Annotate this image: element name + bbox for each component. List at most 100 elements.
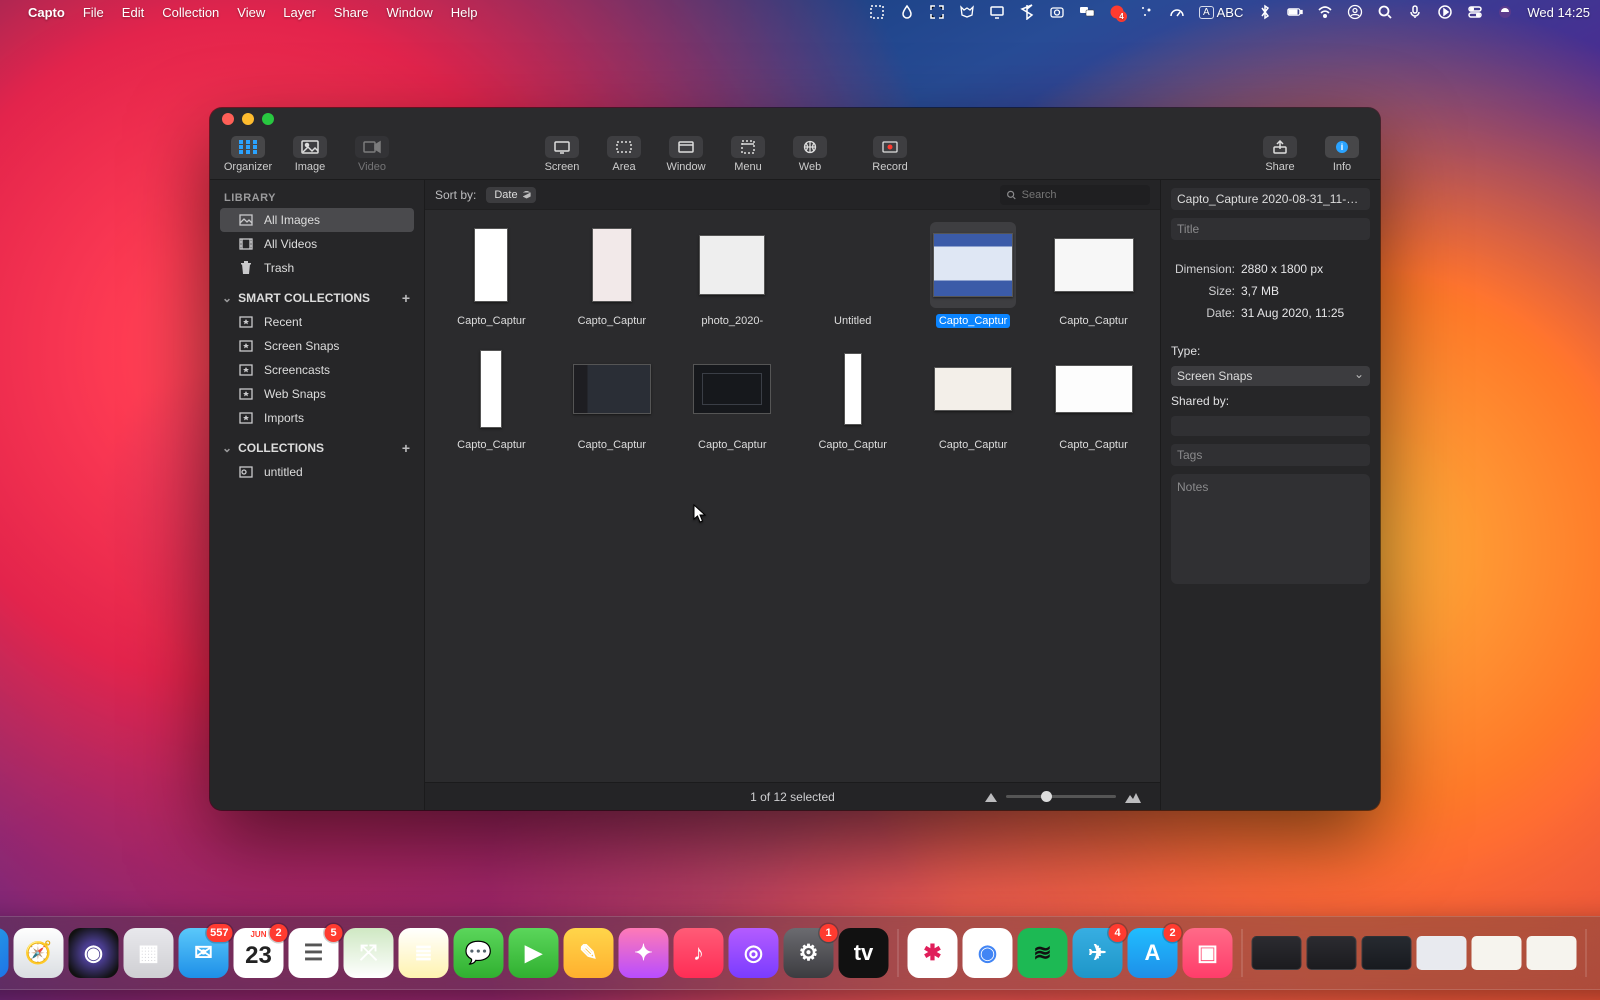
menu-collection[interactable]: Collection <box>162 5 219 20</box>
dock-app-safari[interactable]: 🧭 <box>14 928 64 978</box>
zoom-slider[interactable] <box>984 790 1142 804</box>
camera-icon[interactable] <box>1049 4 1065 20</box>
menu-edit[interactable]: Edit <box>122 5 144 20</box>
search-input[interactable] <box>1022 189 1144 201</box>
toolbar-organizer-button[interactable]: Organizer <box>218 132 278 178</box>
toolbar-record-button[interactable]: Record <box>860 132 920 178</box>
minimized-window[interactable] <box>1252 936 1302 970</box>
thumbnail-item[interactable]: Capto_Captur <box>805 346 901 452</box>
bluetooth-icon[interactable] <box>1019 4 1035 20</box>
window-maximize-button[interactable] <box>262 113 274 125</box>
thumbnail-item[interactable]: Capto_Captur <box>443 222 539 328</box>
inspector-tags-input[interactable]: Tags <box>1171 444 1370 466</box>
add-smart-collection-button[interactable]: + <box>402 290 410 306</box>
toolbar-window-button[interactable]: Window <box>656 132 716 178</box>
dock-app-siri[interactable]: ◉ <box>69 928 119 978</box>
gauge-icon[interactable] <box>1169 4 1185 20</box>
thumbnail-item[interactable]: Capto_Captur <box>1046 222 1142 328</box>
sidebar-item-imports[interactable]: Imports <box>210 406 424 430</box>
dock-app-calendar[interactable]: JUN232 <box>234 928 284 978</box>
dock-app-music[interactable]: ♪ <box>674 928 724 978</box>
minimized-window[interactable] <box>1527 936 1577 970</box>
sidebar-item-recent[interactable]: Recent <box>210 310 424 334</box>
drop-icon[interactable] <box>899 4 915 20</box>
mic-icon[interactable] <box>1407 4 1423 20</box>
dock-app-telegram[interactable]: ✈4 <box>1073 928 1123 978</box>
dock-app-maps[interactable]: ⤧ <box>344 928 394 978</box>
inspector-shared-input[interactable] <box>1171 416 1370 436</box>
dock-app-finder[interactable]: ☻ <box>0 928 9 978</box>
toolbar-info-button[interactable]: iInfo <box>1312 132 1372 178</box>
dock-app-slack[interactable]: ✱ <box>908 928 958 978</box>
menu-view[interactable]: View <box>237 5 265 20</box>
battery-icon[interactable] <box>1287 4 1303 20</box>
thumbnail-item[interactable]: Capto_Captur <box>564 222 660 328</box>
window-close-button[interactable] <box>222 113 234 125</box>
sidebar-item-untitled[interactable]: untitled <box>210 460 424 484</box>
play-icon[interactable] <box>1437 4 1453 20</box>
sidebar-item-all-images[interactable]: All Images <box>220 208 414 232</box>
dock-app-launchpad[interactable]: ▦ <box>124 928 174 978</box>
monitor-icon[interactable] <box>989 4 1005 20</box>
dock-app-stickies[interactable]: ✎ <box>564 928 614 978</box>
search-field[interactable] <box>1000 185 1150 205</box>
dock-app-settings[interactable]: ⚙1 <box>784 928 834 978</box>
app-menu[interactable]: Capto <box>28 5 65 20</box>
menu-layer[interactable]: Layer <box>283 5 316 20</box>
keyboard-input-icon[interactable]: AABC <box>1199 4 1243 20</box>
dock-app-spotify[interactable]: ≋ <box>1018 928 1068 978</box>
menu-help[interactable]: Help <box>451 5 478 20</box>
crop-icon[interactable] <box>869 4 885 20</box>
dock-app-facetime[interactable]: ▶ <box>509 928 559 978</box>
thumbnail-item[interactable]: Untitled <box>805 222 901 328</box>
toolbar-screen-button[interactable]: Screen <box>532 132 592 178</box>
sidebar-item-screen-snaps[interactable]: Screen Snaps <box>210 334 424 358</box>
notification-icon[interactable]: 4 <box>1109 4 1125 20</box>
inspector-title-input[interactable]: Title <box>1171 218 1370 240</box>
menu-share[interactable]: Share <box>334 5 369 20</box>
dock-app-messages[interactable]: 💬 <box>454 928 504 978</box>
minimized-window[interactable] <box>1307 936 1357 970</box>
window-minimize-button[interactable] <box>242 113 254 125</box>
minimized-window[interactable] <box>1362 936 1412 970</box>
thumbnail-item[interactable]: Capto_Captur <box>925 222 1021 328</box>
dock-app-notes[interactable]: ≣ <box>399 928 449 978</box>
toolbar-area-button[interactable]: Area <box>594 132 654 178</box>
thumbnail-item[interactable]: photo_2020- <box>684 222 780 328</box>
dock-app-chrome[interactable]: ◉ <box>963 928 1013 978</box>
toolbar-menu-button[interactable]: Menu <box>718 132 778 178</box>
wifi-icon[interactable] <box>1317 4 1333 20</box>
dock-app-pixelmator[interactable]: ✦ <box>619 928 669 978</box>
menubar-clock[interactable]: Wed 14:25 <box>1527 5 1590 20</box>
sort-dropdown[interactable]: Date <box>486 187 535 203</box>
sidebar-item-trash[interactable]: Trash <box>210 256 424 280</box>
umbrella-icon[interactable] <box>1497 4 1513 20</box>
dock-trash[interactable] <box>1596 926 1600 980</box>
control-center-icon[interactable] <box>1467 4 1483 20</box>
inspector-notes-input[interactable]: Notes <box>1171 474 1370 584</box>
toolbar-image-button[interactable]: Image <box>280 132 340 178</box>
bluetooth2-icon[interactable] <box>1257 4 1273 20</box>
thumbnail-item[interactable]: Capto_Captur <box>564 346 660 452</box>
dock-app-reminders[interactable]: ☰5 <box>289 928 339 978</box>
dock-app-capto[interactable]: ▣ <box>1183 928 1233 978</box>
dock-app-appstore[interactable]: A2 <box>1128 928 1178 978</box>
menu-window[interactable]: Window <box>386 5 432 20</box>
sidebar-item-web-snaps[interactable]: Web Snaps <box>210 382 424 406</box>
user-icon[interactable] <box>1347 4 1363 20</box>
expand-icon[interactable] <box>929 4 945 20</box>
minimized-window[interactable] <box>1472 936 1522 970</box>
inspector-type-select[interactable]: Screen Snaps <box>1171 366 1370 386</box>
toolbar-web-button[interactable]: Web <box>780 132 840 178</box>
fox-icon[interactable] <box>959 4 975 20</box>
minimized-window[interactable] <box>1417 936 1467 970</box>
sidebar-item-screencasts[interactable]: Screencasts <box>210 358 424 382</box>
thumbnail-item[interactable]: Capto_Captur <box>443 346 539 452</box>
spotlight-icon[interactable] <box>1377 4 1393 20</box>
screens-icon[interactable] <box>1079 4 1095 20</box>
add-collection-button[interactable]: + <box>402 440 410 456</box>
sidebar-smart-header[interactable]: ⌄SMART COLLECTIONS + <box>210 280 424 310</box>
dock-app-tv[interactable]: tv <box>839 928 889 978</box>
toolbar-share-button[interactable]: Share <box>1250 132 1310 178</box>
dock-app-podcasts[interactable]: ◎ <box>729 928 779 978</box>
